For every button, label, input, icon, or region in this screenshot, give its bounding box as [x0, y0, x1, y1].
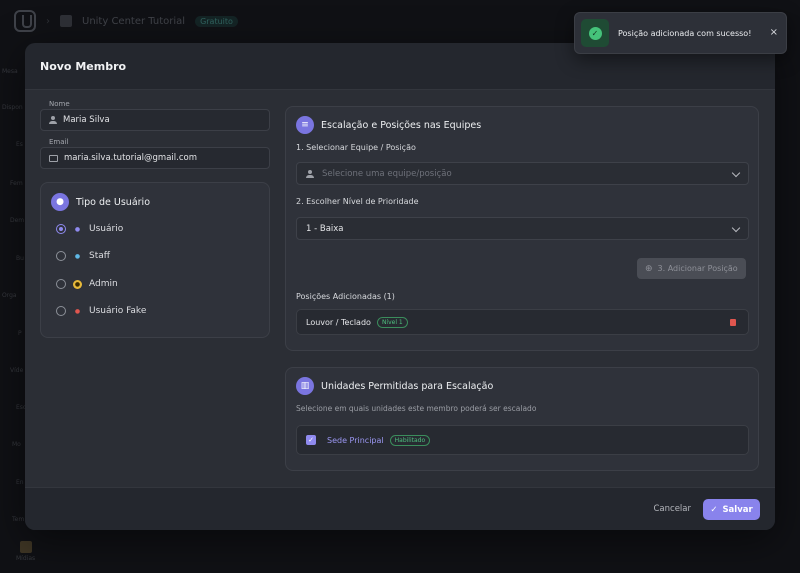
name-label: Nome [49, 100, 70, 108]
user-type-option-fake[interactable]: ● Usuário Fake [56, 306, 146, 316]
position-name: Louvor / Teclado [306, 317, 371, 327]
allowed-units-card: ▥ Unidades Permitidas para Escalação Sel… [285, 367, 759, 471]
team-position-select[interactable]: Selecione uma equipe/posição [296, 162, 749, 185]
group-icon [306, 169, 314, 178]
unit-row-sede-principal[interactable]: ✓ Sede Principal Habilitado [296, 425, 749, 455]
user-type-title: Tipo de Usuário [76, 196, 151, 208]
add-position-button[interactable]: ⊕ 3. Adicionar Posição [637, 258, 746, 279]
unit-name: Sede Principal [327, 435, 384, 445]
email-value: maria.silva.tutorial@gmail.com [64, 153, 197, 163]
user-type-card: ● Tipo de Usuário ● Usuário ● Staff ● Ad… [40, 182, 270, 338]
option-label: Staff [89, 251, 110, 261]
modal-title: Novo Membro [40, 59, 127, 73]
new-member-modal: Novo Membro Nome Maria Silva Email maria… [25, 43, 775, 530]
user-icon [49, 116, 57, 124]
trash-icon[interactable] [730, 319, 736, 326]
person-icon: ● [51, 193, 69, 211]
added-positions-label: Posições Adicionadas (1) [296, 292, 395, 301]
success-toast: ✓ Posição adicionada com sucesso! × [574, 12, 787, 54]
user-type-option-staff[interactable]: ● Staff [56, 251, 110, 261]
priority-select[interactable]: 1 - Baixa [296, 217, 749, 240]
level-badge: Nível 1 [376, 316, 408, 328]
modal-footer: Cancelar ✓ Salvar [25, 487, 775, 530]
add-position-label: 3. Adicionar Posição [657, 264, 738, 273]
team-positions-header: ≡ Escalação e Posições nas Equipes [296, 116, 481, 134]
added-position-row: Louvor / Teclado Nível 1 [296, 309, 749, 335]
step2-label: 2. Escolher Nível de Prioridade [296, 197, 419, 206]
email-label: Email [49, 138, 69, 146]
option-label: Admin [89, 279, 118, 289]
fake-user-icon: ● [74, 307, 81, 315]
allowed-units-subtitle: Selecione em quais unidades este membro … [296, 404, 537, 413]
building-icon: ▥ [296, 377, 314, 395]
user-type-option-admin[interactable]: ● Admin [56, 279, 118, 289]
radio[interactable] [56, 279, 66, 289]
toast-icon-wrap: ✓ [581, 19, 609, 47]
user-icon: ● [74, 225, 81, 233]
toast-message: Posição adicionada com sucesso! [618, 28, 752, 38]
close-icon[interactable]: × [770, 27, 778, 38]
name-field: Nome Maria Silva [40, 100, 270, 131]
team-positions-title: Escalação e Posições nas Equipes [321, 119, 482, 131]
user-type-option-usuario[interactable]: ● Usuário [56, 224, 123, 234]
mail-icon [49, 154, 58, 162]
team-icon: ≡ [296, 116, 314, 134]
chevron-down-icon [731, 168, 741, 178]
staff-icon: ● [74, 252, 81, 260]
email-field: Email maria.silva.tutorial@gmail.com [40, 138, 270, 169]
check-icon: ✓ [710, 504, 718, 515]
option-label: Usuário [89, 224, 124, 234]
radio[interactable] [56, 306, 66, 316]
allowed-units-header: ▥ Unidades Permitidas para Escalação [296, 377, 493, 395]
radio-selected[interactable] [56, 224, 66, 234]
email-input[interactable]: maria.silva.tutorial@gmail.com [40, 147, 270, 169]
allowed-units-title: Unidades Permitidas para Escalação [321, 380, 494, 392]
chevron-down-icon [731, 223, 741, 233]
team-positions-card: ≡ Escalação e Posições nas Equipes 1. Se… [285, 106, 759, 351]
option-label: Usuário Fake [89, 306, 147, 316]
radio[interactable] [56, 251, 66, 261]
check-circle-icon: ✓ [588, 26, 602, 40]
name-value: Maria Silva [63, 115, 110, 125]
plus-circle-icon: ⊕ [645, 263, 653, 274]
user-type-header: ● Tipo de Usuário [51, 193, 150, 211]
save-button[interactable]: ✓ Salvar [703, 499, 760, 520]
priority-value: 1 - Baixa [306, 223, 344, 234]
name-input[interactable]: Maria Silva [40, 109, 270, 131]
step1-label: 1. Selecionar Equipe / Posição [296, 143, 416, 152]
checkbox-checked[interactable]: ✓ [306, 435, 316, 445]
modal-body: Nome Maria Silva Email maria.silva.tutor… [25, 90, 775, 487]
cancel-button[interactable]: Cancelar [654, 504, 692, 514]
save-label: Salvar [722, 504, 753, 515]
status-badge: Habilitado [389, 434, 431, 446]
admin-shield-icon: ● [73, 279, 82, 289]
team-position-placeholder: Selecione uma equipe/posição [322, 168, 452, 179]
